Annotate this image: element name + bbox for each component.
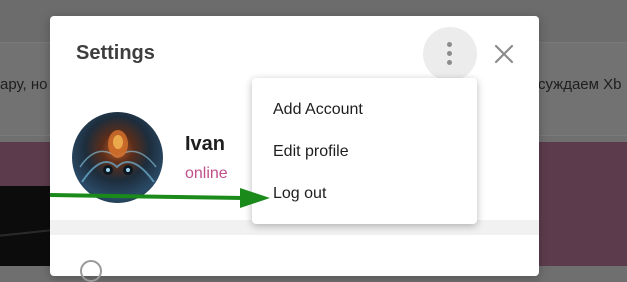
annotation-arrow-icon: [49, 188, 270, 208]
